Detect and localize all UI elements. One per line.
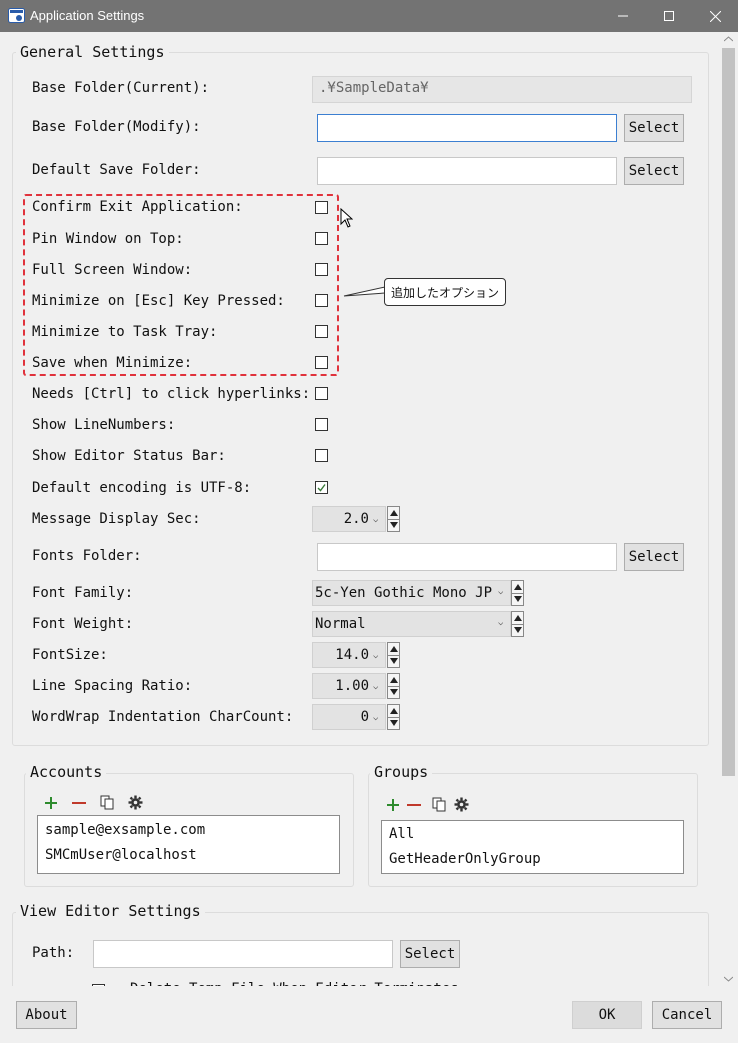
- vertical-scrollbar[interactable]: [720, 32, 737, 986]
- list-item[interactable]: GetHeaderOnlyGroup: [389, 851, 541, 867]
- option-checkbox-utf8[interactable]: [315, 481, 328, 494]
- path-select-button[interactable]: Select: [400, 940, 460, 968]
- base-folder-current-field: .¥SampleData¥: [312, 76, 692, 103]
- base-folder-modify-select-button[interactable]: Select: [624, 114, 684, 142]
- fonts-folder-select-button[interactable]: Select: [624, 543, 684, 571]
- list-item[interactable]: All: [389, 826, 414, 842]
- chevron-down-icon[interactable]: ⌵: [373, 515, 378, 525]
- mouse-cursor-icon: [340, 208, 353, 228]
- accounts-title: Accounts: [26, 763, 107, 781]
- message-display-sec-arrows[interactable]: [387, 506, 400, 532]
- option-label-status-bar: Show Editor Status Bar:: [32, 448, 226, 464]
- minimize-button[interactable]: [600, 0, 646, 32]
- callout-note: 追加したオプション: [384, 278, 506, 306]
- fonts-folder-label: Fonts Folder:: [32, 548, 142, 564]
- scroll-down-icon[interactable]: [724, 976, 733, 982]
- font-weight-label: Font Weight:: [32, 616, 134, 632]
- minimize-icon: [618, 15, 628, 17]
- font-size-label: FontSize:: [32, 647, 108, 663]
- remove-icon[interactable]: [406, 798, 422, 812]
- default-save-folder-label: Default Save Folder:: [32, 162, 201, 178]
- fonts-folder-input[interactable]: [317, 543, 617, 571]
- list-item[interactable]: sample@exsample.com: [45, 822, 205, 838]
- base-folder-modify-label: Base Folder(Modify):: [32, 119, 201, 135]
- copy-icon[interactable]: [432, 797, 446, 812]
- option-label-line-numbers: Show LineNumbers:: [32, 417, 176, 433]
- base-folder-current-label: Base Folder(Current):: [32, 80, 210, 96]
- checkmark-icon: [317, 484, 326, 492]
- app-icon: [8, 8, 25, 23]
- close-button[interactable]: [692, 0, 738, 32]
- window-title: Application Settings: [30, 8, 145, 23]
- scrollbar-thumb[interactable]: [722, 48, 735, 776]
- font-family-select[interactable]: 5c-Yen Gothic Mono JP: [312, 580, 511, 606]
- title-bar: Application Settings: [0, 0, 738, 32]
- font-family-value: 5c-Yen Gothic Mono JP: [315, 585, 493, 601]
- view-editor-title: View Editor Settings: [16, 902, 205, 920]
- option-label-utf8: Default encoding is UTF-8:: [32, 480, 252, 496]
- groups-title: Groups: [370, 763, 433, 781]
- maximize-icon: [664, 11, 674, 21]
- gear-icon[interactable]: [128, 795, 143, 810]
- about-button[interactable]: About: [16, 1001, 77, 1029]
- option-checkbox-line-numbers[interactable]: [315, 418, 328, 431]
- wordwrap-label: WordWrap Indentation CharCount:: [32, 709, 294, 725]
- add-icon[interactable]: [44, 796, 58, 810]
- line-spacing-label: Line Spacing Ratio:: [32, 678, 193, 694]
- gear-icon[interactable]: [454, 797, 469, 812]
- chevron-down-icon[interactable]: ⌵: [373, 651, 378, 661]
- option-label-ctrl-hyperlinks: Needs [Ctrl] to click hyperlinks:: [32, 386, 311, 402]
- add-icon[interactable]: [386, 798, 400, 812]
- general-settings-title: General Settings: [16, 43, 169, 61]
- option-checkbox-ctrl-hyperlinks[interactable]: [315, 387, 328, 400]
- chevron-down-icon[interactable]: ⌵: [498, 618, 503, 628]
- path-label: Path:: [32, 945, 75, 961]
- callout-pointer: [343, 286, 386, 297]
- chevron-down-icon[interactable]: ⌵: [498, 587, 503, 597]
- list-item[interactable]: SMCmUser@localhost: [45, 847, 197, 863]
- groups-list[interactable]: All GetHeaderOnlyGroup: [381, 820, 684, 874]
- scroll-up-icon[interactable]: [724, 36, 733, 42]
- maximize-button[interactable]: [646, 0, 692, 32]
- cancel-button[interactable]: Cancel: [652, 1001, 722, 1029]
- default-save-folder-input[interactable]: [317, 157, 617, 185]
- font-family-label: Font Family:: [32, 585, 134, 601]
- default-save-folder-select-button[interactable]: Select: [624, 157, 684, 185]
- chevron-down-icon[interactable]: ⌵: [373, 713, 378, 723]
- copy-icon[interactable]: [100, 795, 114, 810]
- font-weight-value: Normal: [315, 616, 366, 632]
- close-icon: [709, 10, 721, 22]
- dialog-footer: About OK Cancel: [0, 986, 738, 1043]
- remove-icon[interactable]: [71, 796, 87, 810]
- path-input[interactable]: [93, 940, 393, 968]
- base-folder-modify-input[interactable]: [317, 114, 617, 142]
- chevron-down-icon[interactable]: ⌵: [373, 682, 378, 692]
- ok-button[interactable]: OK: [572, 1001, 642, 1029]
- font-weight-select[interactable]: Normal: [312, 611, 511, 637]
- new-options-highlight: [23, 194, 339, 376]
- accounts-list[interactable]: sample@exsample.com SMCmUser@localhost: [37, 815, 340, 874]
- option-checkbox-status-bar[interactable]: [315, 449, 328, 462]
- message-display-sec-label: Message Display Sec:: [32, 511, 201, 527]
